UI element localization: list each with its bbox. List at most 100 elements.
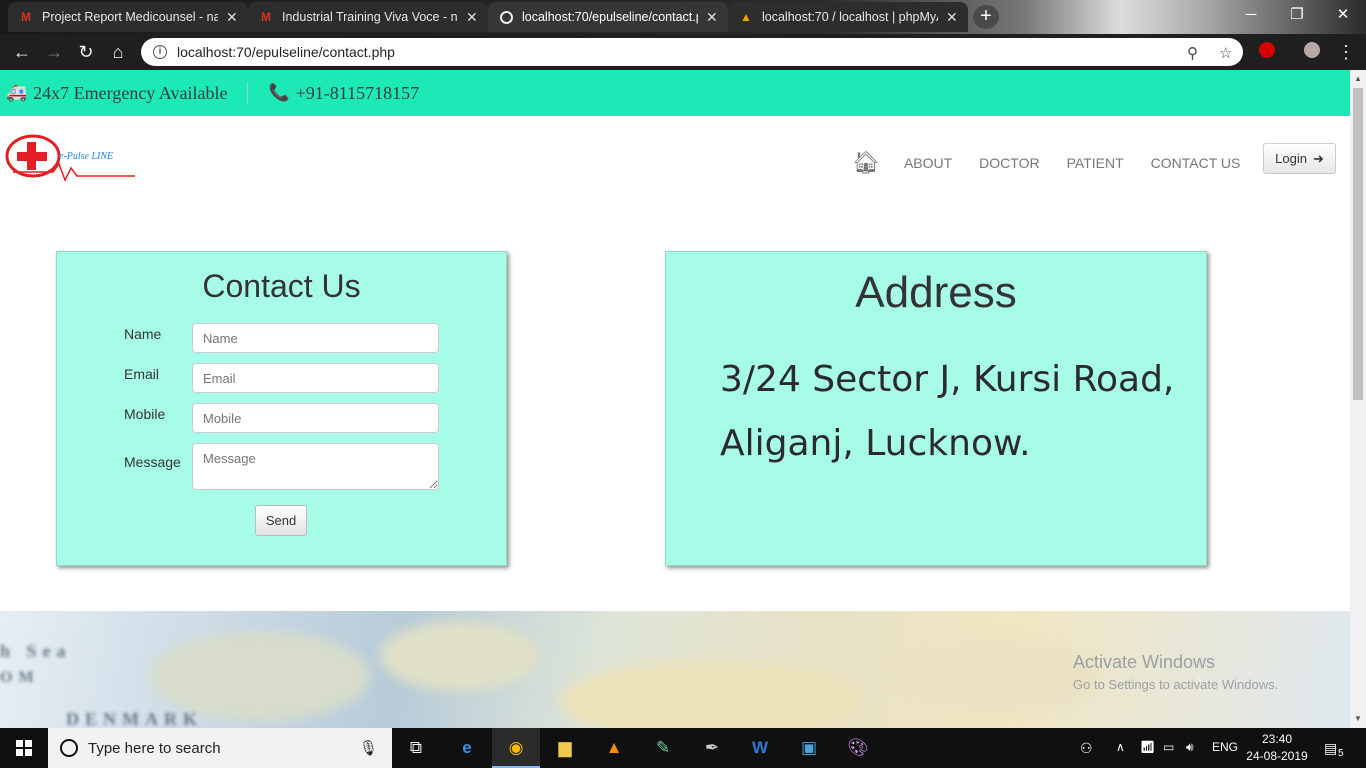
network-icon[interactable]: 📶︎ — [1140, 740, 1155, 754]
microphone-icon[interactable]: 🎙︎ — [359, 739, 378, 757]
system-clock[interactable]: 23:40 24-08-2019 — [1244, 731, 1310, 765]
address-bar[interactable]: i localhost:70/epulseline/contact.php ⚲ … — [141, 38, 1243, 66]
contact-title: Contact Us — [202, 268, 361, 304]
file-explorer-icon[interactable]: ▆ — [552, 736, 578, 760]
scroll-down-arrow[interactable]: ▼ — [1354, 714, 1362, 723]
close-icon[interactable]: ✕ — [226, 9, 238, 26]
login-button[interactable]: Login ➜ — [1263, 143, 1336, 174]
nav-contact-us[interactable]: CONTACT US — [1151, 155, 1241, 171]
browser-tab-3[interactable]: localhost:70/epulseline/contact.p ✕ — [488, 2, 728, 32]
map-label: h Sea — [0, 641, 72, 661]
taskbar-search[interactable]: Type here to search 🎙︎ — [48, 728, 392, 768]
send-button[interactable]: Send — [255, 505, 307, 536]
browser-tab-2[interactable]: M Industrial Training Viva Voce - na ✕ — [248, 2, 488, 32]
word-icon[interactable]: W — [747, 736, 773, 760]
tab-title: localhost:70 / localhost | phpMyA — [762, 10, 938, 24]
message-textarea[interactable] — [192, 443, 439, 490]
scroll-up-arrow[interactable]: ▲ — [1354, 74, 1362, 83]
phpmyadmin-icon: ▲ — [740, 10, 752, 24]
globe-icon — [498, 9, 514, 25]
browser-toolbar: ← → ↻ ⌂ i localhost:70/epulseline/contac… — [0, 34, 1366, 70]
emergency-strip: 🚑 24x7 Emergency Available 📞 +91-8115718… — [0, 70, 1350, 116]
new-tab-button[interactable]: + — [973, 5, 999, 29]
tab-title: Project Report Medicounsel - nac — [42, 10, 218, 24]
address-line-2: Aliganj, Lucknow. — [720, 423, 1031, 464]
nav-doctor[interactable]: DOCTOR — [979, 155, 1039, 171]
edge-icon[interactable]: e — [454, 736, 480, 760]
page-scrollbar[interactable]: ▲ ▼ — [1350, 70, 1366, 728]
action-center-icon[interactable]: ▤ — [1324, 740, 1337, 757]
menu-icon[interactable]: ⋮ — [1334, 40, 1358, 64]
activate-windows-subtitle: Go to Settings to activate Windows. — [1073, 677, 1279, 692]
site-logo[interactable]: e-Pulse LINE — [5, 132, 135, 192]
gmail-icon: M — [261, 10, 271, 24]
main-nav: 🏠︎ ABOUT DOCTOR PATIENT CONTACT US — [852, 150, 1267, 176]
clock-time: 23:40 — [1261, 732, 1293, 746]
gmail-icon: M — [21, 10, 31, 24]
chrome-icon[interactable]: ◉ — [503, 736, 529, 760]
name-label: Name — [124, 326, 162, 342]
browser-tab-4[interactable]: ▲ localhost:70 / localhost | phpMyA ✕ — [728, 2, 968, 32]
name-input[interactable] — [192, 323, 439, 353]
login-label: Login — [1275, 151, 1307, 166]
clock-date: 24-08-2019 — [1246, 749, 1308, 763]
scroll-thumb[interactable] — [1353, 88, 1363, 400]
tab-title: localhost:70/epulseline/contact.p — [522, 10, 698, 24]
task-view-icon[interactable]: ⧉ — [403, 736, 429, 760]
mobile-input[interactable] — [192, 403, 439, 433]
restore-button[interactable]: ❐ — [1274, 0, 1320, 30]
volume-icon[interactable]: 🔊︎ — [1186, 740, 1194, 755]
map-label: OM — [0, 669, 40, 686]
logo-graphic: e-Pulse LINE — [5, 134, 135, 182]
zoom-icon[interactable]: ⚲ — [1187, 44, 1198, 62]
tray-chevron-icon[interactable]: ∧ — [1116, 740, 1125, 754]
back-button[interactable]: ← — [10, 40, 34, 64]
bookmark-star-icon[interactable]: ☆ — [1219, 44, 1232, 62]
close-icon[interactable]: ✕ — [466, 9, 478, 26]
profile-avatar[interactable] — [1304, 42, 1320, 58]
info-icon[interactable]: i — [153, 45, 167, 59]
address-text: 3/24 Sector J, Kursi Road, Aliganj, Luck… — [720, 348, 1200, 476]
activate-windows-title: Activate Windows — [1073, 652, 1216, 672]
nav-about[interactable]: ABOUT — [904, 155, 952, 171]
phone-number: +91-8115718157 — [295, 82, 420, 103]
email-input[interactable] — [192, 363, 439, 393]
ambulance-icon: 🚑 — [6, 83, 28, 102]
adblock-extension-icon[interactable] — [1259, 42, 1275, 58]
windows-taskbar: Type here to search 🎙︎ ⧉ e ◉ ▆ ▲ ✎ ✒ W ▣… — [0, 728, 1366, 768]
reload-button[interactable]: ↻ — [74, 40, 98, 64]
mobile-label: Mobile — [124, 406, 166, 422]
url-text: localhost:70/epulseline/contact.php — [177, 44, 395, 60]
phone-icon: 📞 — [268, 83, 290, 102]
browser-tab-bar: M Project Report Medicounsel - nac ✕ M I… — [0, 0, 1366, 34]
email-label: Email — [124, 366, 160, 382]
nav-patient[interactable]: PATIENT — [1067, 155, 1124, 171]
close-icon[interactable]: ✕ — [946, 9, 958, 26]
battery-icon[interactable]: ▭ — [1163, 740, 1174, 754]
photos-icon[interactable]: ▣ — [796, 736, 822, 760]
notepad-plus-icon[interactable]: ✎ — [650, 736, 676, 760]
home-button[interactable]: ⌂ — [106, 40, 130, 64]
cortana-icon — [60, 739, 78, 757]
message-label: Message — [124, 454, 181, 470]
pen-tool-icon[interactable]: ✒ — [699, 736, 725, 760]
svg-text:e-Pulse LINE: e-Pulse LINE — [59, 151, 113, 162]
address-title: Address — [855, 268, 1017, 317]
start-button[interactable] — [0, 728, 48, 768]
forward-button[interactable]: → — [42, 40, 66, 64]
windows-logo-icon — [16, 740, 32, 756]
people-icon[interactable]: ⚇ — [1080, 740, 1093, 757]
minimize-button[interactable]: ─ — [1228, 0, 1274, 30]
divider — [247, 82, 249, 104]
address-card: Address 3/24 Sector J, Kursi Road, Aliga… — [665, 251, 1207, 566]
paint-icon[interactable]: 🎨︎ — [845, 736, 871, 760]
sign-in-icon: ➜ — [1312, 150, 1324, 166]
home-icon[interactable]: 🏠︎ — [852, 150, 880, 176]
map-background: h Sea DENMARK OM Activate Windows Go to … — [0, 611, 1350, 728]
close-window-button[interactable]: ✕ — [1320, 0, 1366, 30]
vlc-icon[interactable]: ▲ — [601, 736, 627, 760]
browser-tab-1[interactable]: M Project Report Medicounsel - nac ✕ — [8, 2, 248, 32]
language-indicator[interactable]: ENG — [1212, 740, 1238, 754]
site-header: e-Pulse LINE 🏠︎ ABOUT DOCTOR PATIENT CON… — [0, 116, 1350, 206]
close-icon[interactable]: ✕ — [706, 9, 718, 26]
